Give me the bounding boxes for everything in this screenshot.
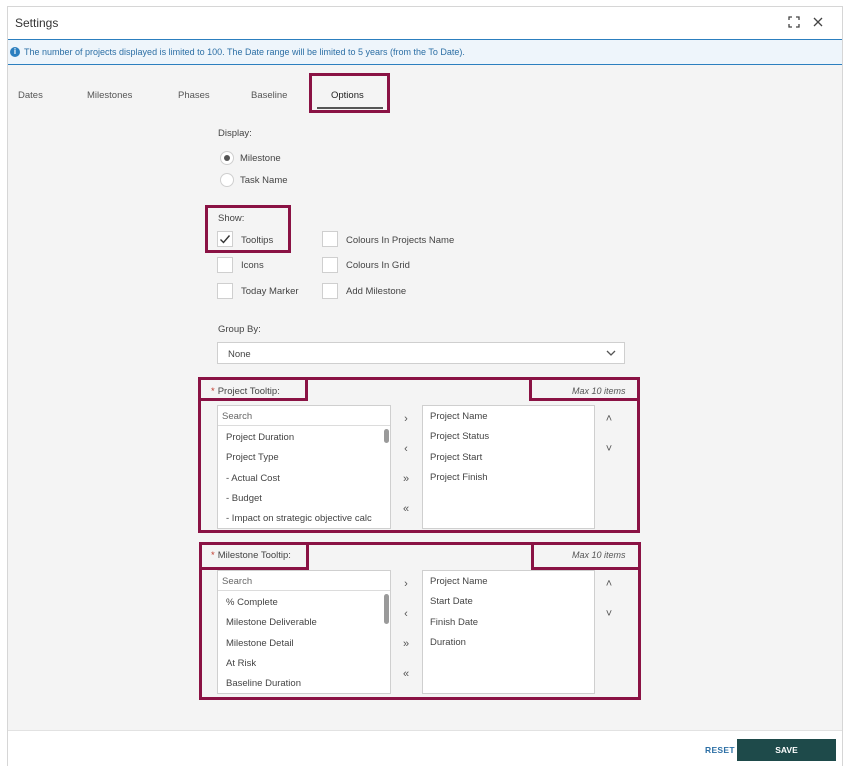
radio-milestone-label: Milestone <box>240 153 281 164</box>
group-by-value: None <box>228 349 251 360</box>
scrollbar-thumb[interactable] <box>384 594 389 624</box>
checkbox-tooltips[interactable] <box>217 231 233 247</box>
dialog-footer: RESET SAVE <box>8 730 842 766</box>
project-tooltip-selected-list[interactable]: Project Name Project Status Project Star… <box>422 405 595 529</box>
list-item[interactable]: Project Name <box>423 406 594 426</box>
group-by-label: Group By: <box>218 324 261 335</box>
project-tooltip-label: * Project Tooltip: <box>211 386 280 397</box>
project-tooltip-search-input[interactable]: Search <box>218 406 390 426</box>
list-item[interactable]: Duration <box>423 632 594 652</box>
chevron-down-icon <box>606 348 616 361</box>
checkbox-colours-in-grid[interactable] <box>322 257 338 273</box>
project-tooltip-available-list[interactable]: Search Project Duration Project Type - A… <box>217 405 391 529</box>
milestone-tooltip-max: Max 10 items <box>572 550 626 560</box>
checkbox-colours-in-projects-name[interactable] <box>322 231 338 247</box>
list-item[interactable]: % Complete <box>218 591 390 611</box>
move-left-icon[interactable]: ‹ <box>399 608 413 620</box>
milestone-tooltip-label: * Milestone Tooltip: <box>211 550 291 561</box>
list-item[interactable]: Baseline Duration <box>218 672 390 692</box>
radio-task-name-label: Task Name <box>240 175 288 186</box>
info-icon: i <box>10 47 20 57</box>
move-up-icon[interactable]: ˄ <box>602 413 616 425</box>
list-item[interactable]: Project Type <box>218 446 390 466</box>
list-item[interactable]: - Actual Cost <box>218 467 390 487</box>
list-item[interactable]: Finish Date <box>423 612 594 632</box>
tab-milestones[interactable]: Milestones <box>87 90 132 101</box>
list-item[interactable]: Project Name <box>423 571 594 591</box>
checkbox-tooltips-label: Tooltips <box>241 235 274 246</box>
list-item[interactable]: - Impact on strategic objective calc <box>218 507 390 527</box>
list-item[interactable]: Project Finish <box>423 467 594 487</box>
checkbox-add-milestone-label: Add Milestone <box>346 286 407 297</box>
milestone-tooltip-available-list[interactable]: Search % Complete Milestone Deliverable … <box>217 570 391 694</box>
scrollbar-thumb[interactable] <box>384 429 389 443</box>
tab-baseline[interactable]: Baseline <box>251 90 287 101</box>
check-icon <box>220 235 231 244</box>
move-up-icon[interactable]: ˄ <box>602 578 616 590</box>
save-button[interactable]: SAVE <box>737 739 836 761</box>
list-item[interactable]: Project Duration <box>218 426 390 446</box>
info-banner: i The number of projects displayed is li… <box>8 39 842 65</box>
list-item[interactable]: Project Status <box>423 426 594 446</box>
checkbox-add-milestone[interactable] <box>322 283 338 299</box>
checkbox-colours-in-projects-name-label: Colours In Projects Name <box>346 235 455 246</box>
radio-task-name[interactable] <box>220 173 234 187</box>
info-message: The number of projects displayed is limi… <box>24 47 465 57</box>
checkbox-icons-label: Icons <box>241 260 264 271</box>
list-item[interactable]: Project Start <box>423 447 594 467</box>
move-all-right-icon[interactable]: » <box>399 638 413 650</box>
tab-dates[interactable]: Dates <box>18 90 43 101</box>
move-all-right-icon[interactable]: » <box>399 473 413 485</box>
checkbox-icons[interactable] <box>217 257 233 273</box>
list-item[interactable]: Milestone Deliverable <box>218 611 390 631</box>
group-by-select[interactable]: None <box>217 342 625 364</box>
list-item[interactable]: At Risk <box>218 652 390 672</box>
display-label: Display: <box>218 128 252 139</box>
show-label: Show: <box>218 213 245 224</box>
move-all-left-icon[interactable]: « <box>399 503 413 515</box>
tab-bar: Dates Milestones Phases Baseline Options <box>8 87 842 111</box>
move-right-icon[interactable]: › <box>399 578 413 590</box>
move-all-left-icon[interactable]: « <box>399 668 413 680</box>
radio-milestone[interactable] <box>220 151 234 165</box>
move-down-icon[interactable]: ˅ <box>602 443 616 455</box>
active-tab-indicator <box>317 107 383 109</box>
list-item[interactable]: Milestone Detail <box>218 632 390 652</box>
reset-button[interactable]: RESET <box>705 745 735 755</box>
title-bar: Settings <box>8 7 842 39</box>
close-icon[interactable] <box>812 16 824 28</box>
checkbox-today-marker[interactable] <box>217 283 233 299</box>
expand-icon[interactable] <box>788 16 800 28</box>
window-controls <box>788 16 824 28</box>
tab-options[interactable]: Options <box>331 90 364 101</box>
checkbox-today-marker-label: Today Marker <box>241 286 299 297</box>
move-right-icon[interactable]: › <box>399 413 413 425</box>
list-item[interactable]: Start Date <box>423 591 594 611</box>
move-down-icon[interactable]: ˅ <box>602 608 616 620</box>
move-left-icon[interactable]: ‹ <box>399 443 413 455</box>
checkbox-colours-in-grid-label: Colours In Grid <box>346 260 410 271</box>
dialog-title: Settings <box>15 16 59 30</box>
project-tooltip-max: Max 10 items <box>572 386 626 396</box>
tab-phases[interactable]: Phases <box>178 90 210 101</box>
list-item[interactable]: - Budget <box>218 487 390 507</box>
milestone-tooltip-selected-list[interactable]: Project Name Start Date Finish Date Dura… <box>422 570 595 694</box>
milestone-tooltip-search-input[interactable]: Search <box>218 571 390 591</box>
